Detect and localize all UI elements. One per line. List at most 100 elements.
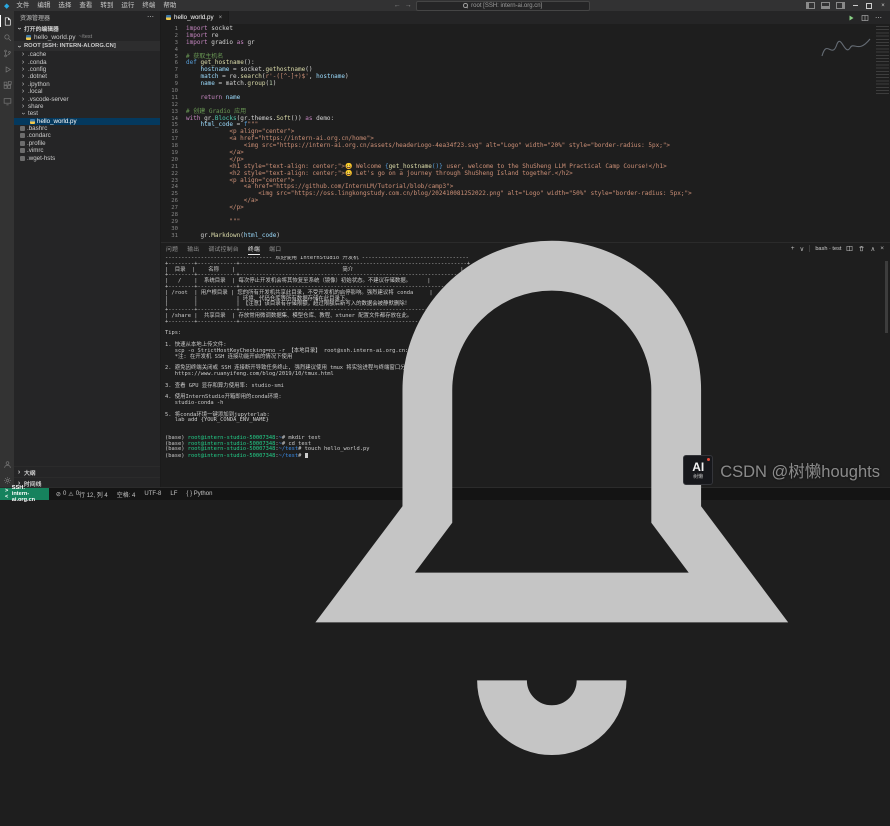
tree-item-.conda[interactable]: ›.conda [14, 58, 160, 65]
line-number: 4 [160, 47, 186, 54]
section-workspace-root[interactable]: › ROOT [SSH: INTERN-AI.ORG.CN] [14, 41, 160, 51]
title-bar-right: × [803, 0, 890, 11]
menu-item-2[interactable]: 选择 [54, 0, 75, 11]
tree-item-label: .vscode-server [28, 96, 69, 103]
tree-item-.bashrc[interactable]: .bashrc [14, 125, 160, 132]
chevron-icon: › [20, 66, 26, 73]
extensions-icon[interactable] [0, 77, 14, 93]
error-count: 0 [63, 491, 66, 497]
tree-item-.profile[interactable]: .profile [14, 140, 160, 147]
chevron-down-icon: › [16, 25, 23, 31]
open-editor-item[interactable]: hello_world.py ~/test [14, 33, 160, 41]
remote-indicator[interactable]: >< SSH: intern-ai.org.cn [0, 488, 49, 500]
split-editor-icon[interactable] [861, 14, 869, 22]
tree-item-.cache[interactable]: ›.cache [14, 51, 160, 58]
line-number: 1 [160, 26, 186, 33]
status-item-1[interactable]: 空格: 4 [117, 490, 136, 499]
sidebar-title: 资源管理器 [20, 13, 50, 22]
toggle-sidebar-icon[interactable] [806, 2, 815, 9]
file-tree: ›.cache›.conda›.config›.dotnet›.ipython›… [14, 51, 160, 162]
terminal-scrollbar[interactable] [885, 261, 888, 333]
line-number: 17 [160, 136, 186, 143]
file-icon [20, 141, 25, 146]
tree-item-.vimrc[interactable]: .vimrc [14, 147, 160, 154]
code-line: 5# 获取主机名 [160, 54, 890, 61]
line-number: 8 [160, 74, 186, 81]
source-control-icon[interactable] [0, 45, 14, 61]
close-window-button[interactable]: × [876, 0, 890, 11]
command-center[interactable]: root [SSH: intern-ai.org.cn] [416, 1, 590, 11]
open-editor-path: ~/test [79, 34, 93, 40]
section-outline[interactable]: › 大纲 [14, 466, 160, 477]
tree-item-hello_world.py[interactable]: hello_world.py [14, 118, 160, 125]
tree-item-.dotnet[interactable]: ›.dotnet [14, 73, 160, 80]
chevron-icon: › [20, 103, 26, 110]
tree-item-label: .conda [28, 59, 47, 66]
editor-more-actions-icon[interactable]: ⋯ [875, 14, 882, 22]
status-left: >< SSH: intern-ai.org.cn ⊘ 0 ⚠ 0 [0, 488, 79, 500]
explorer-icon[interactable] [0, 13, 14, 29]
panel-tab-输出[interactable]: 输出 [187, 242, 199, 255]
tree-item-.vscode-server[interactable]: ›.vscode-server [14, 95, 160, 102]
menu-item-4[interactable]: 转到 [96, 0, 117, 11]
menu-item-6[interactable]: 终端 [138, 0, 159, 11]
tree-item-.condarc[interactable]: .condarc [14, 132, 160, 139]
remote-icon: >< [5, 488, 9, 500]
code-line: 12 [160, 102, 890, 109]
tree-item-share[interactable]: ›share [14, 103, 160, 110]
status-item-4[interactable]: { } Python [186, 491, 212, 497]
line-number: 21 [160, 164, 186, 171]
run-python-file-icon[interactable] [847, 14, 855, 22]
menu-item-0[interactable]: 文件 [12, 0, 33, 11]
line-number: 2 [160, 33, 186, 40]
minimap[interactable] [876, 26, 889, 96]
title-bar: ◆ 文件编辑选择查看转到运行终端帮助 ← → root [SSH: intern… [0, 0, 890, 11]
status-item-3[interactable]: LF [170, 491, 177, 497]
notifications-bell-icon[interactable] [220, 162, 884, 826]
code-line: 2import re [160, 33, 890, 40]
status-bar: >< SSH: intern-ai.org.cn ⊘ 0 ⚠ 0 行 12, 列… [0, 487, 890, 500]
menu-item-7[interactable]: 帮助 [159, 0, 180, 11]
problems-status[interactable]: ⊘ 0 ⚠ 0 [56, 491, 79, 498]
line-number: 20 [160, 157, 186, 164]
code-line: 11 return name [160, 95, 890, 102]
title-bar-center: ← → root [SSH: intern-ai.org.cn] [180, 1, 803, 11]
tree-item-test[interactable]: ›test [14, 110, 160, 117]
tree-item-.local[interactable]: ›.local [14, 88, 160, 95]
menu-item-5[interactable]: 运行 [117, 0, 138, 11]
forward-icon[interactable]: → [405, 2, 412, 9]
run-debug-icon[interactable] [0, 61, 14, 77]
tree-item-.wget-hsts[interactable]: .wget-hsts [14, 154, 160, 161]
status-item-2[interactable]: UTF-8 [144, 491, 161, 497]
account-icon[interactable] [0, 456, 14, 472]
toggle-secondary-sidebar-icon[interactable] [836, 2, 845, 9]
panel-tab-问题[interactable]: 问题 [166, 242, 178, 255]
tree-item-.ipython[interactable]: ›.ipython [14, 81, 160, 88]
search-sidebar-icon[interactable] [0, 29, 14, 45]
signature-watermark [818, 30, 874, 66]
chevron-icon: › [20, 81, 26, 88]
code-line: 14with gr.Blocks(gr.themes.Soft()) as de… [160, 116, 890, 123]
remote-explorer-icon[interactable] [0, 93, 14, 109]
section-open-editors[interactable]: › 打开的编辑器 [14, 23, 160, 33]
python-file-icon [26, 35, 31, 40]
line-number: 29 [160, 219, 186, 226]
tab-hello-world[interactable]: hello_world.py × [160, 11, 229, 24]
back-icon[interactable]: ← [394, 2, 401, 9]
menu-bar: 文件编辑选择查看转到运行终端帮助 [12, 0, 180, 11]
chevron-down-icon: › [16, 43, 23, 49]
warning-icon: ⚠ [68, 491, 73, 498]
maximize-button[interactable] [862, 0, 876, 11]
error-icon: ⊘ [56, 491, 61, 498]
search-icon [463, 3, 468, 8]
minimize-button[interactable] [848, 0, 862, 11]
explorer-more-actions-icon[interactable]: ⋯ [147, 13, 154, 21]
line-number: 13 [160, 109, 186, 116]
tree-item-.config[interactable]: ›.config [14, 66, 160, 73]
tab-close-icon[interactable]: × [219, 15, 223, 21]
status-item-0[interactable]: 行 12, 列 4 [79, 490, 108, 499]
menu-item-3[interactable]: 查看 [75, 0, 96, 11]
menu-item-1[interactable]: 编辑 [33, 0, 54, 11]
toggle-panel-icon[interactable] [821, 2, 830, 9]
line-number: 31 [160, 233, 186, 240]
